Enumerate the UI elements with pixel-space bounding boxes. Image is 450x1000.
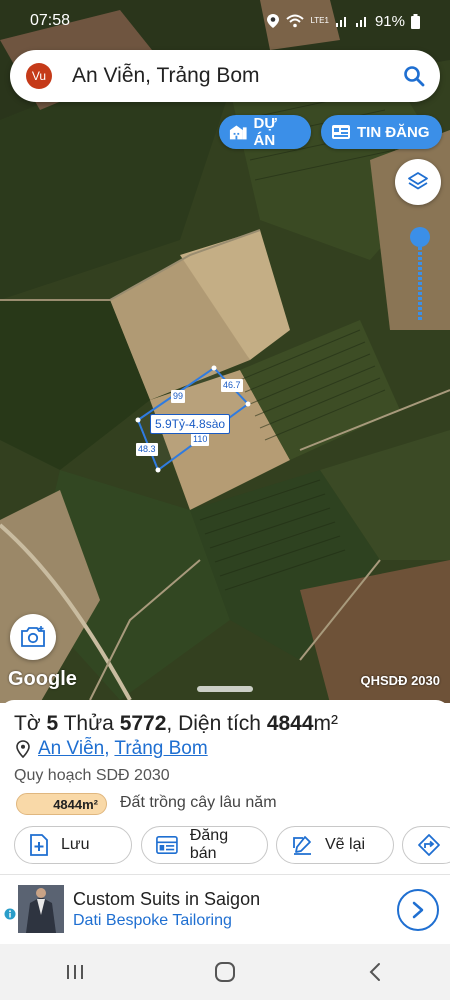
ad-thumbnail-image (18, 885, 64, 933)
home-button[interactable] (205, 952, 245, 992)
building-icon (229, 125, 247, 140)
ad-subtitle: Dati Bespoke Tailoring (73, 912, 232, 929)
du-an-button[interactable]: DỰ ÁN (219, 115, 311, 149)
battery-percent: 91% (374, 12, 405, 30)
satellite-imagery (0, 0, 450, 703)
avatar[interactable]: Vu (26, 63, 52, 89)
parcel-title: Tờ 5 Thửa 5772, Diện tích 4844m² (14, 712, 338, 736)
area-badge: 4844m² (16, 793, 107, 815)
home-icon (215, 962, 235, 982)
location-row: An Viễn, Trảng Bom (16, 738, 208, 760)
signal-icon (335, 17, 346, 27)
satellite-map[interactable]: 99 46.7 110 48.3 5.9Tỷ-4.8sào 07:58 LTE1 (0, 0, 450, 703)
post-for-sale-label: Đăng bán (189, 827, 229, 862)
ad-banner[interactable]: Custom Suits in Saigon Dati Bespoke Tail… (0, 874, 450, 944)
recent-apps-button[interactable] (55, 952, 95, 992)
plan-layer-tag: QHSDĐ 2030 (360, 673, 440, 688)
to-label: Tờ (14, 712, 41, 735)
tin-dang-label: TIN ĐĂNG (357, 123, 430, 141)
plot-edge-right-length: 46.7 (221, 379, 243, 392)
du-an-label: DỰ ÁN (253, 115, 277, 149)
redraw-button[interactable]: Vẽ lại (276, 826, 394, 864)
plot-price-label[interactable]: 5.9Tỷ-4.8sào (150, 414, 231, 434)
chevron-right-icon (412, 901, 424, 919)
plot-edge-left-length: 48.3 (136, 443, 158, 456)
signal-2-icon (355, 17, 366, 27)
redraw-label: Vẽ lại (325, 836, 366, 853)
opacity-slider[interactable] (409, 226, 431, 322)
camera-button[interactable] (10, 614, 56, 660)
back-button[interactable] (355, 952, 395, 992)
post-for-sale-button[interactable]: Đăng bán (141, 826, 268, 864)
layers-icon (408, 172, 428, 190)
sheet-drag-handle[interactable] (197, 686, 253, 692)
plot-edge-top-length: 99 (171, 390, 186, 403)
thua-label: Thửa (63, 712, 114, 735)
camera-icon (21, 626, 45, 647)
draw-icon (293, 836, 311, 855)
area-value: 4844 (266, 712, 314, 735)
search-location-title[interactable]: An Viễn, Trảng Bom (72, 64, 402, 88)
land-use-type: Đất trồng cây lâu năm (120, 794, 277, 811)
action-row: Lưu Đăng bán Vẽ lại (0, 826, 450, 866)
google-logo: Google (8, 668, 77, 690)
recent-apps-icon (67, 965, 83, 979)
location-icon (267, 14, 280, 28)
system-nav-bar (0, 944, 450, 1000)
directions-icon (418, 834, 440, 856)
listing-icon (332, 125, 350, 139)
ad-title: Custom Suits in Saigon (73, 889, 261, 909)
lte-label: LTE1 (310, 16, 329, 25)
area-label: , Diện tích (166, 712, 261, 735)
parcel-info-sheet: Tờ 5 Thửa 5772, Diện tích 4844m² An Viễn… (0, 700, 450, 870)
status-icons: LTE1 91% (266, 13, 420, 30)
thua-value: 5772 (119, 712, 167, 735)
ad-open-button[interactable] (397, 889, 439, 931)
directions-button[interactable] (402, 826, 450, 864)
battery-icon (411, 13, 420, 29)
zoning-plan-label: Quy hoạch SDĐ 2030 (14, 767, 170, 784)
save-label: Lưu (61, 836, 90, 853)
ad-info-icon[interactable] (4, 908, 16, 920)
plot-edge-bottom-length: 110 (191, 433, 210, 446)
area-unit: m² (313, 712, 339, 735)
ward-link[interactable]: An Viễn (38, 738, 104, 759)
add-document-icon (30, 834, 48, 856)
district-link[interactable]: Trảng Bom (114, 738, 207, 759)
status-bar: 07:58 LTE1 91% (0, 0, 450, 42)
status-time: 07:58 (30, 12, 71, 29)
tin-dang-button[interactable]: TIN ĐĂNG (321, 115, 442, 149)
search-icon[interactable] (402, 64, 426, 88)
location-pin-icon (16, 740, 30, 758)
save-button[interactable]: Lưu (14, 826, 132, 864)
search-bar[interactable]: Vu An Viễn, Trảng Bom (10, 50, 440, 102)
wifi-icon (286, 14, 305, 28)
to-value: 5 (46, 712, 59, 735)
layers-button[interactable] (395, 159, 441, 205)
listing-icon (156, 835, 178, 855)
back-icon (369, 963, 380, 981)
